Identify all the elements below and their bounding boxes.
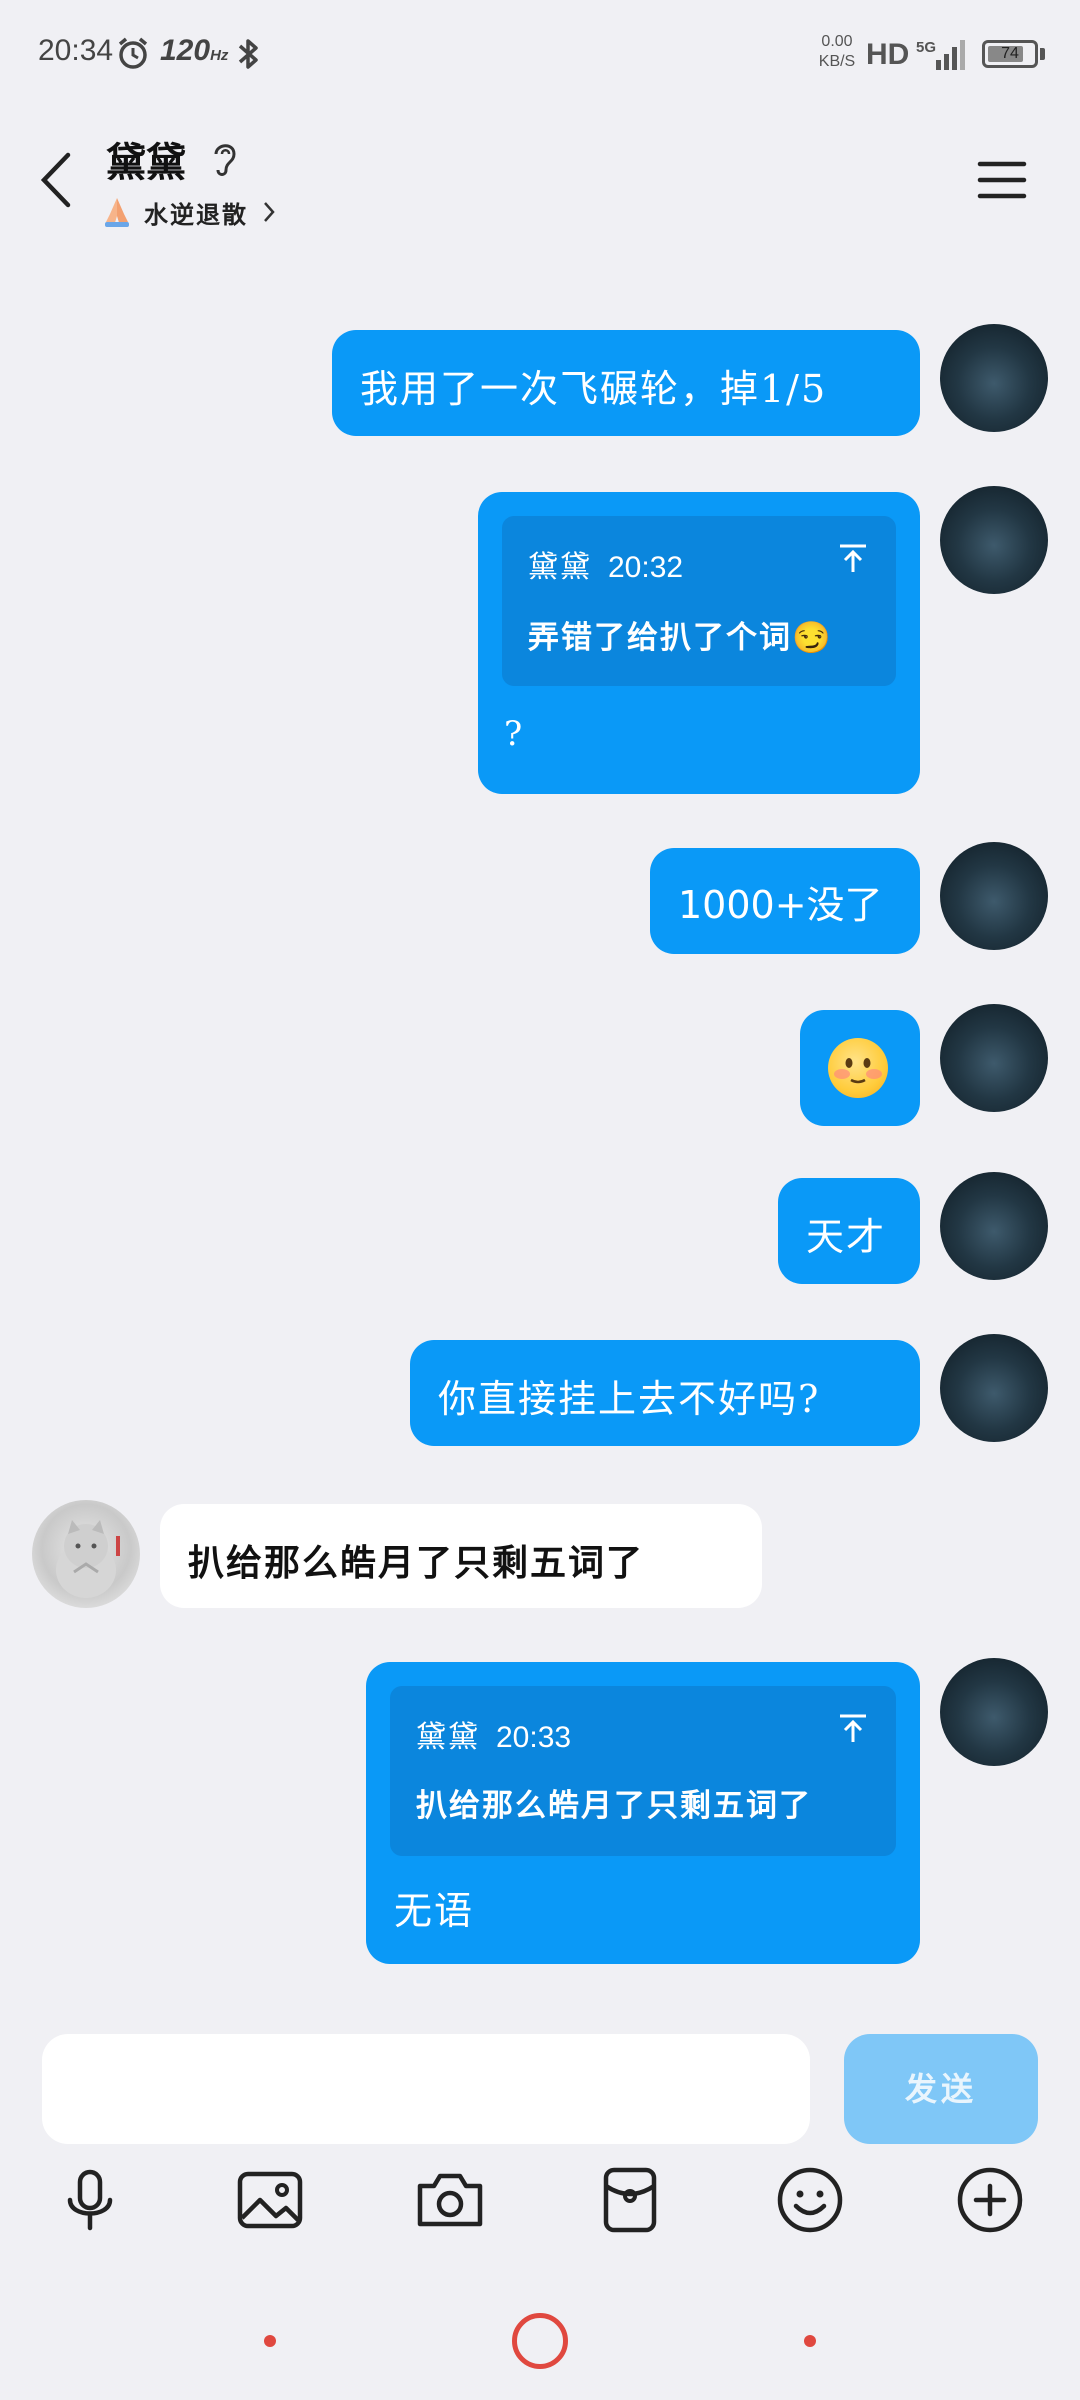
refresh-rate: 120Hz [160,34,229,67]
quoted-text: 扒给那么皓月了只剩五词了 [416,1788,812,1824]
chat-area[interactable]: 我用了一次飞碾轮，掉1/5 黛黛 20:32 弄错了给扒了个词😏 ? 1000+没… [0,160,1080,2020]
message-bubble-outgoing[interactable] [800,1010,920,1126]
pray-hands-icon [105,198,129,227]
blushing-face-emoji [828,1038,888,1098]
battery-level: 74 [1001,45,1019,62]
signal-icon: 5G [916,39,965,70]
red-packet-icon[interactable] [590,2160,670,2240]
message-bubble-incoming[interactable]: 扒给那么皓月了只剩五词了 [160,1504,762,1608]
message-bubble-outgoing[interactable]: 你直接挂上去不好吗? [410,1340,920,1446]
nav-menu-button[interactable] [264,2335,276,2347]
my-avatar[interactable] [940,1334,1048,1442]
plus-icon[interactable] [950,2160,1030,2240]
emoji-icon[interactable] [770,2160,850,2240]
quoted-sender: 黛黛 20:32 [528,550,684,585]
alarm-icon [118,37,148,69]
contact-avatar[interactable] [32,1500,140,1608]
battery-cap [1040,48,1045,60]
composer: 发送 [0,2020,1080,2155]
message-text: 扒给那么皓月了只剩五词了 [188,1542,645,1584]
message-text: 1000+没了 [678,883,883,927]
my-avatar[interactable] [940,1658,1048,1766]
message-bubble-outgoing[interactable]: 1000+没了 [650,848,920,954]
jump-to-original-icon[interactable] [836,542,870,576]
cat-avatar-icon [56,1520,120,1598]
my-avatar[interactable] [940,486,1048,594]
input-toolbar [0,2160,1080,2260]
quoted-message[interactable]: 黛黛 20:32 弄错了给扒了个词😏 [502,516,896,686]
my-avatar[interactable] [940,324,1048,432]
camera-icon[interactable] [410,2160,490,2240]
quoted-message[interactable]: 黛黛 20:33 扒给那么皓月了只剩五词了 [390,1686,896,1856]
chevron-right-icon [264,202,275,222]
contact-status-text: 水逆退散 [144,199,248,229]
message-bubble-outgoing[interactable]: 我用了一次飞碾轮，掉1/5 [332,330,920,436]
message-bubble-outgoing[interactable]: 天才 [778,1178,920,1284]
quoted-sender: 黛黛 20:33 [416,1720,572,1755]
system-nav-bar [0,2280,1080,2400]
message-text: 我用了一次飞碾轮，掉1/5 [360,367,828,411]
chat-header: 黛黛 水逆退散 [0,110,1080,250]
network-speed: 0.00 KB/S [818,33,856,70]
my-avatar[interactable] [940,1004,1048,1112]
ear-icon[interactable] [210,138,240,178]
bluetooth-icon [238,39,258,69]
message-text: 无语 [394,1889,475,1933]
message-text: 天才 [806,1215,887,1259]
my-avatar[interactable] [940,1172,1048,1280]
back-button[interactable] [30,140,80,220]
jump-to-original-icon[interactable] [836,1712,870,1746]
message-text: ? [504,714,525,754]
contact-status-row[interactable]: 水逆退散 [102,192,276,232]
status-time: 20:34 [38,34,114,67]
menu-icon[interactable] [974,152,1030,208]
message-bubble-outgoing[interactable]: 黛黛 20:33 扒给那么皓月了只剩五词了 无语 [366,1662,920,1964]
send-button[interactable]: 发送 [844,2034,1038,2144]
message-input[interactable] [42,2034,810,2144]
contact-name[interactable]: 黛黛 [106,130,186,188]
nav-back-button[interactable] [804,2335,816,2347]
svg-text:5G: 5G [916,39,936,56]
my-avatar[interactable] [940,842,1048,950]
status-bar: 20:34 120Hz 0.00 KB/S HD 5G 74 [0,0,1080,110]
quoted-text: 弄错了给扒了个词😏 [528,620,833,656]
blushing-face-icon [834,1058,882,1084]
back-arrow-icon [40,152,71,208]
hd-indicator: HD [866,38,910,71]
battery-icon: 74 [982,40,1038,68]
image-icon[interactable] [230,2160,310,2240]
message-text: 你直接挂上去不好吗? [438,1377,821,1421]
nav-home-button[interactable] [512,2313,568,2369]
message-bubble-outgoing[interactable]: 黛黛 20:32 弄错了给扒了个词😏 ? [478,492,920,794]
microphone-icon[interactable] [50,2160,130,2240]
